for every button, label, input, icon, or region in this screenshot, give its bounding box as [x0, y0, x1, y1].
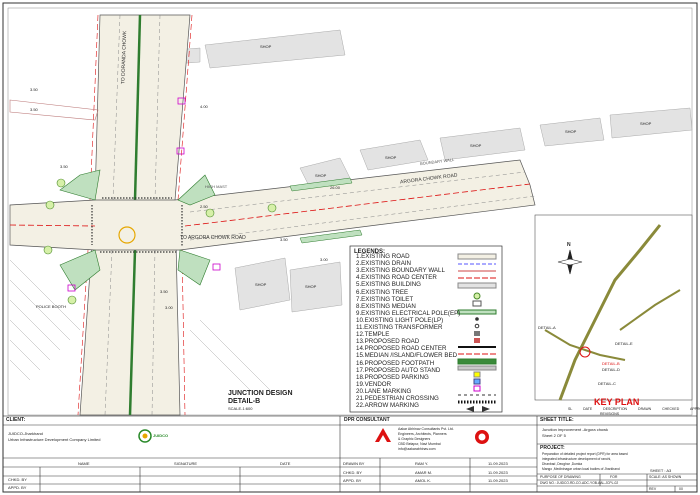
juidco-logo [138, 429, 152, 443]
dimension-label: 3.50 [160, 289, 168, 294]
left-side-lane [9, 99, 99, 121]
consultant-logo [375, 428, 391, 442]
date-header: DATE [280, 461, 291, 466]
chkd-by-label: CHKD. BY [8, 477, 27, 482]
legend-item: 15.MEDIAN /ISLAND/FLOWER BED [356, 352, 458, 360]
legend-item: 19.VENDOR [356, 380, 392, 388]
key-detail-label: DETAIL-B [602, 361, 620, 366]
consultant-line: Aakar Abhinav Consultants Pvt. Ltd. [398, 427, 454, 431]
dimension-label: 3.00 [320, 257, 328, 262]
purpose-label: PURPOSE OF DRAWING [540, 475, 581, 479]
appd-date: 11.09.2023 [488, 478, 508, 483]
legend-item: 7.EXISTING TOILET [356, 295, 414, 303]
revision-headers: SL DATE DESCRIPTION DRAWN CHECKED APPROV… [568, 407, 700, 411]
dimension-label: 3.50 [60, 164, 68, 169]
consultant-line: CBD Belapur, Navi Mumbai [398, 442, 441, 446]
road-label: HIGH MAST [205, 184, 228, 189]
project-line: Dhanbad ,Deoghar ,Dumka [542, 462, 583, 466]
legend-item: 18.PROPOSED PARKING [356, 373, 429, 381]
revisions-label: REVISIONS [600, 412, 620, 416]
dimension-label: 3.50 [30, 87, 38, 92]
juidco-logo-text: JUIDCO [153, 433, 169, 438]
scale-label: SCALE: AS SHOWN [649, 475, 682, 479]
dimension-label: 3.00 [165, 305, 173, 310]
drawing-sheet: TO ARGORA CHOWK ROAD TO DORANDA CHOWK AR… [0, 0, 700, 495]
legend-item: 5.EXISTING BUILDING [356, 281, 421, 289]
dpr-header: DPR CONSULTANT [344, 417, 390, 423]
shop-label: SHOP [260, 44, 272, 49]
key-plan-panel [534, 214, 693, 401]
chkd-by-label: CHKD. BY [343, 470, 362, 475]
chkd-date: 11.09.2023 [488, 470, 508, 475]
sheet-title-header: SHEET TITLE: [540, 417, 574, 423]
rev-value: 00 [679, 487, 683, 491]
legend-item: 21.PEDESTRIAN CROSSING [356, 395, 439, 402]
consultant-line: info@aakarabhinav.com [398, 447, 436, 451]
legend-item: 14.PROPOSED ROAD CENTER [356, 345, 447, 353]
sheet-title-line: Sheet 2 OF 5 [542, 433, 566, 438]
name-header: NAME [78, 461, 90, 466]
road-label: TO ARGORA CHOWK ROAD [180, 235, 246, 241]
project-line: Preparation of detailed project report (… [542, 452, 628, 456]
project-line: Mango ,Medininagar urban local bodies of… [542, 467, 620, 471]
dimension-label: 26.00 [330, 185, 341, 190]
drawn-by-label: DRAWN BY [343, 461, 365, 466]
dimension-label: 3.50 [30, 107, 38, 112]
key-plan-title: KEY PLAN [594, 397, 640, 407]
detail-title: JUNCTION DESIGN [228, 390, 293, 397]
legend-item: 2.EXISTING DRAIN [356, 260, 412, 268]
drawing-number: DWG NO.: JUIDCO-RD-CO-ADC-YOB-AAL-JCPL-0… [540, 481, 619, 485]
consultant-line: & Graphic Designers [398, 437, 431, 441]
rev-label: REV [649, 487, 657, 491]
drawn-by-name: RAM Y. [415, 461, 429, 466]
key-detail-label: DETAIL-D [602, 367, 620, 372]
compass-north-label: N [567, 242, 571, 248]
appd-by-label: APPD. BY [343, 478, 362, 483]
appd-by-name: AMOL K. [415, 478, 432, 483]
legend-item: 1.EXISTING ROAD [356, 253, 410, 260]
dimension-label: 2.50 [200, 204, 208, 209]
shop-label: SHOP [640, 121, 652, 126]
project-line: integrated infrastructure development of… [542, 457, 612, 461]
legend-item: 16.PROPOSED FOOTPATH [356, 359, 435, 367]
client-header: CLIENT: [6, 417, 26, 423]
key-detail-label: DETAIL-E [615, 341, 633, 346]
purpose-value: FOR [610, 475, 618, 479]
legend-item: 3.EXISTING BOUNDARY WALL [356, 267, 445, 275]
legend-item: 12.TEMPLE [356, 331, 390, 339]
shop-label: SHOP [385, 155, 397, 160]
dimension-label: 4.00 [200, 104, 208, 109]
legend-item: 8.EXISTING MEDIAN [356, 302, 416, 310]
chkd-by-name: AMAR M. [415, 470, 433, 475]
key-detail-label: DETAIL-A [538, 325, 556, 330]
signature-header: SIGNATURE [174, 461, 198, 466]
appd-by-label: APPD. BY [8, 485, 27, 490]
shop-label: SHOP [315, 173, 327, 178]
detail-subtitle: DETAIL-B [228, 398, 261, 405]
shop-label: SHOP [470, 143, 482, 148]
project-header: PROJECT: [540, 445, 565, 451]
key-detail-label: DETAIL-C [598, 381, 616, 386]
shop-label: SHOP [565, 129, 577, 134]
shop-label: SHOP [255, 282, 267, 287]
detail-scale: SCALE-1:600 [228, 406, 253, 411]
consultant-line: Engineers, Architects, Planners [398, 432, 447, 436]
legend-item: 11.EXISTING TRANSFORMER [356, 324, 443, 331]
sheet-size: SHEET : A3 [650, 468, 672, 473]
legend-item: 9.EXISTING ELECTRICAL POLE(EP) [356, 309, 461, 317]
shop-label: SHOP [305, 284, 317, 289]
client-full-name: Urban Infrastructure Development Company… [8, 437, 101, 442]
dimension-label: 3.50 [280, 237, 288, 242]
legend-item: 20.LANE MARKING [356, 387, 412, 395]
police-booth-label: POLICE BOOTH [36, 304, 67, 309]
drawn-date: 11.09.2023 [488, 461, 508, 466]
legend-item: 10.EXISTING LIGHT POLE(LP) [356, 316, 444, 324]
client-name: JUIDCO-Jharkhand [8, 431, 43, 436]
legend-item: 4.EXISTING ROAD CENTER [356, 274, 437, 282]
legend-item: 13.PROPOSED ROAD [356, 338, 420, 346]
legend-item: 6.EXISTING TREE [356, 288, 409, 296]
legend-item: 22.ARROW MARKING [356, 402, 419, 410]
legend-item: 17.PROPOSED AUTO STAND [356, 366, 441, 374]
sheet-title-line: Junction improvement -Argora chowk [542, 427, 609, 432]
